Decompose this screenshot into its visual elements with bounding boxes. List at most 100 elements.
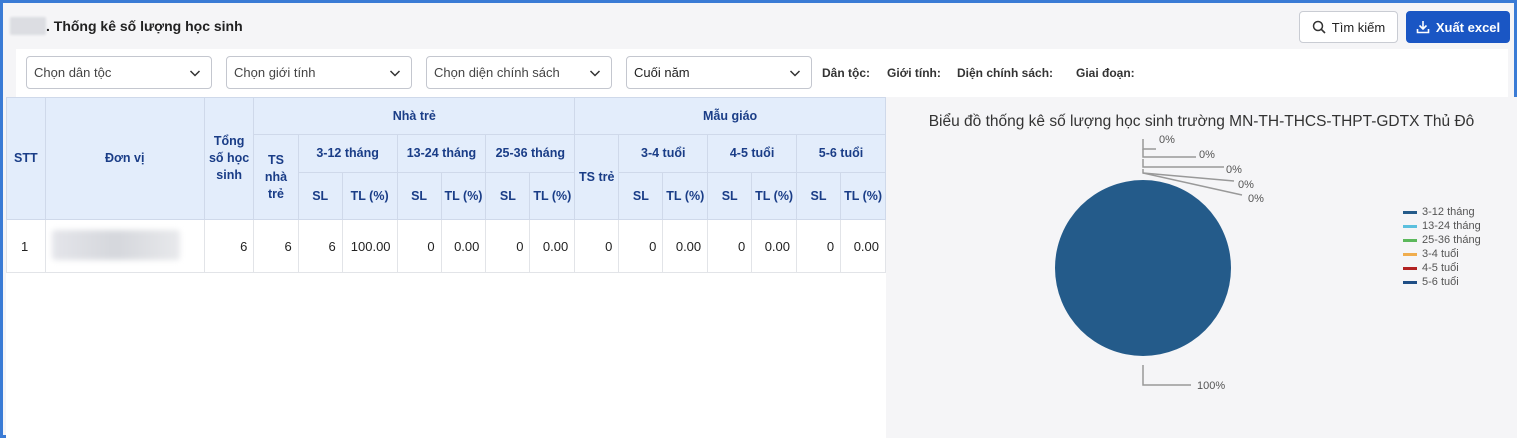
col-header-sl: SL [396,172,442,220]
cell-stt: 1 [6,219,46,273]
legend-swatch [1403,224,1417,228]
legend-item[interactable]: 5-6 tuổi [1403,275,1481,289]
legend-label: 3-12 tháng [1422,206,1475,218]
col-header-nursery: Nhà trẻ [253,97,576,135]
legend-swatch [1403,252,1417,256]
pie-slice[interactable] [1055,180,1231,356]
search-button[interactable]: Tìm kiếm [1299,11,1398,43]
legend-label: 25-36 tháng [1422,234,1481,246]
leader-line [1142,139,1156,150]
col-header-stt: STT [6,97,46,220]
cell-sl: 0 [707,219,753,273]
col-header-3-4-years: 3-4 tuổi [618,134,709,173]
search-button-label: Tìm kiếm [1331,19,1386,35]
col-header-ts-kids: TS trẻ [574,134,620,220]
chevron-down-icon [589,70,601,77]
cell-ts-kids: 0 [574,219,620,273]
col-header-sl: SL [485,172,531,220]
chevron-down-icon [189,70,201,77]
cell-tl: 0.00 [840,219,886,273]
col-header-kindergarten: Mẫu giáo [574,97,886,135]
cell-sl: 0 [485,219,531,273]
col-header-tl: TL (%) [840,172,886,220]
col-header-total: Tổng số học sinh [203,97,255,220]
leader-line [1142,169,1235,182]
legend-item[interactable]: 25-36 tháng [1403,233,1481,247]
legend-item[interactable]: 13-24 tháng [1403,219,1481,233]
gender-select-text: Chọn giới tính [234,65,316,80]
chevron-down-icon [389,70,401,77]
leader-line [1142,149,1196,158]
legend-swatch [1403,280,1417,284]
cell-sl: 6 [297,219,343,273]
page-title: . Thống kê số lượng học sinh [46,18,243,34]
gender-select[interactable]: Chọn giới tính [226,56,412,89]
redacted-prefix [10,17,46,35]
cell-ts-nursery: 6 [253,219,299,273]
period-select[interactable]: Cuối năm [626,56,812,89]
table-row[interactable]: 1 6 6 6 100.00 0 0.00 0 0.00 0 0 0.00 0 … [6,219,886,273]
data-label: 0% [1238,179,1254,191]
policy-select[interactable]: Chọn diện chính sách [426,56,612,89]
chart-pane: Biểu đồ thống kê số lượng học sinh trườn… [886,97,1517,438]
cell-tl: 100.00 [341,219,398,273]
legend-item[interactable]: 3-12 tháng [1403,205,1481,219]
legend-item[interactable]: 3-4 tuổi [1403,247,1481,261]
data-label: 0% [1248,193,1264,205]
redacted-unit-name [51,229,180,260]
download-icon [1416,21,1430,34]
col-header-5-6-years: 5-6 tuổi [796,134,886,173]
ethnicity-select-text: Chọn dân tộc [34,65,112,80]
legend-label: 4-5 tuổi [1422,262,1459,274]
cell-sl: 0 [795,219,842,273]
export-excel-label: Xuất excel [1435,19,1501,35]
ethnicity-select[interactable]: Chọn dân tộc [26,56,212,89]
col-header-25-36-months: 25-36 tháng [485,134,576,173]
cell-tl: 0.00 [751,219,797,273]
legend-label: 13-24 tháng [1422,220,1481,232]
legend-label: 5-6 tuổi [1422,276,1459,288]
cell-unit [44,219,205,273]
chart-legend: 3-12 tháng 13-24 tháng 25-36 tháng 3-4 tuổi… [1403,205,1481,289]
leader-line [1142,365,1191,386]
col-header-tl: TL (%) [529,172,576,220]
col-header-4-5-years: 4-5 tuổi [707,134,797,173]
col-header-tl: TL (%) [751,172,797,220]
chevron-down-icon [789,70,801,77]
policy-label: Diện chính sách: [957,66,1054,80]
period-label: Giai đoạn: [1076,66,1135,80]
page-header: . Thống kê số lượng học sinh Tìm kiếm Xu… [6,6,1517,50]
col-header-3-12-months: 3-12 tháng [297,134,398,173]
filter-bar: Chọn dân tộc Chọn giới tính Chọn diện ch… [16,49,1508,97]
legend-swatch [1403,210,1417,214]
col-header-13-24-months: 13-24 tháng [396,134,487,173]
statistics-table: STT Đơn vị Tổng số học sinh Nhà trẻ Mẫu … [6,97,886,273]
col-header-sl: SL [707,172,753,220]
col-header-sl: SL [795,172,842,220]
legend-swatch [1403,238,1417,242]
data-label: 0% [1226,164,1242,176]
col-header-unit: Đơn vị [44,97,205,220]
col-header-ts-nursery: TS nhà trẻ [253,134,299,220]
app-frame: . Thống kê số lượng học sinh Tìm kiếm Xu… [0,0,1517,438]
col-header-tl: TL (%) [662,172,709,220]
col-header-sl: SL [297,172,343,220]
gender-label: Giới tính: [887,66,941,80]
data-label: 0% [1159,134,1175,146]
col-header-tl: TL (%) [341,172,398,220]
cell-tl: 0.00 [662,219,709,273]
cell-tl: 0.00 [529,219,576,273]
export-excel-button[interactable]: Xuất excel [1406,11,1510,43]
cell-total: 6 [203,219,255,273]
legend-label: 3-4 tuổi [1422,248,1459,260]
search-icon [1312,20,1326,34]
legend-swatch [1403,266,1417,270]
data-label: 0% [1199,149,1215,161]
data-label: 100% [1197,380,1225,392]
col-header-sl: SL [618,172,664,220]
legend-item[interactable]: 4-5 tuổi [1403,261,1481,275]
cell-sl: 0 [618,219,664,273]
table-pane: STT Đơn vị Tổng số học sinh Nhà trẻ Mẫu … [6,97,886,438]
col-header-tl: TL (%) [440,172,487,220]
cell-sl: 0 [396,219,442,273]
